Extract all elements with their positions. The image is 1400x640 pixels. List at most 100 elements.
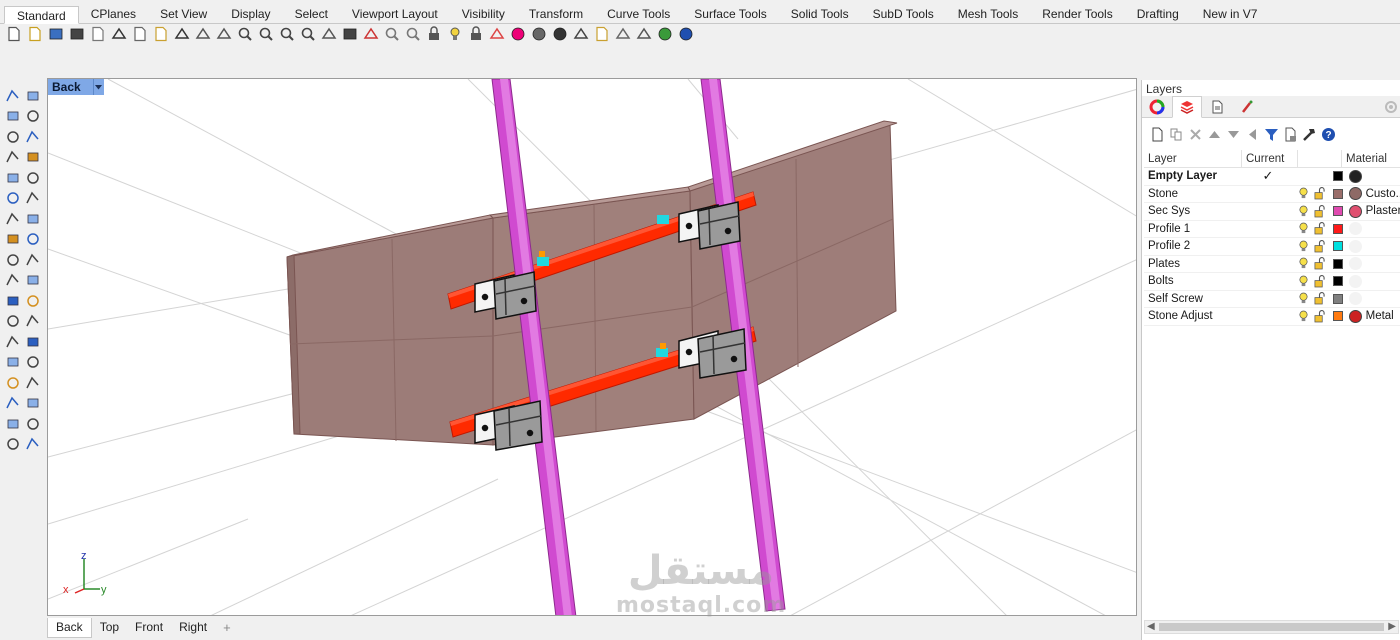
layer-name[interactable]: Stone [1144, 188, 1240, 200]
undo-button[interactable] [172, 25, 192, 43]
viewport-tab-top[interactable]: Top [92, 618, 127, 638]
polyline-tool[interactable] [3, 107, 23, 126]
mesh-tool[interactable] [3, 250, 23, 269]
layer-visibility-toggle[interactable] [1295, 309, 1311, 323]
lock-button[interactable] [424, 25, 444, 43]
paste-button[interactable] [151, 25, 171, 43]
tab-curve-tools[interactable]: Curve Tools [595, 5, 682, 23]
hide-button[interactable] [382, 25, 402, 43]
ellipse-tool[interactable] [23, 127, 43, 146]
tab-standard[interactable]: Standard [4, 6, 79, 24]
layer-visibility-toggle[interactable] [1295, 257, 1311, 271]
scene-3d[interactable]: z y x [48, 79, 1137, 616]
delete-layer-button[interactable] [1186, 125, 1205, 143]
layer-color-swatch[interactable] [1332, 171, 1343, 182]
lattice-tool[interactable] [23, 250, 43, 269]
layer-row[interactable]: Profile 2 [1144, 238, 1400, 256]
revolve-tool[interactable] [3, 312, 23, 331]
curve-from-object-tool[interactable] [23, 168, 43, 187]
layer-name[interactable]: Self Screw [1144, 293, 1240, 305]
layer-states-button[interactable] [1281, 125, 1300, 143]
zoom-selected-button[interactable] [298, 25, 318, 43]
analyze-tool[interactable] [3, 353, 23, 372]
layer-material-swatch[interactable] [1348, 309, 1362, 323]
zoom-window-button[interactable] [256, 25, 276, 43]
polygon-tool[interactable] [3, 148, 23, 167]
cplane-tool[interactable] [3, 435, 23, 454]
pan-button[interactable] [193, 25, 213, 43]
new-sublayer-button[interactable] [1167, 125, 1186, 143]
layer-name[interactable]: Plates [1144, 258, 1240, 270]
layer-lock-toggle[interactable] [1311, 239, 1327, 253]
render-tab[interactable] [1232, 96, 1262, 118]
layer-color-swatch[interactable] [1332, 276, 1343, 287]
layer-material-swatch[interactable] [1348, 187, 1362, 201]
layer-visibility-toggle[interactable] [1295, 222, 1311, 236]
new-file-button[interactable] [4, 25, 24, 43]
layers-horizontal-scrollbar[interactable]: ◀ ▶ [1144, 620, 1399, 634]
move-button[interactable] [634, 25, 654, 43]
layer-material-swatch[interactable] [1348, 292, 1362, 306]
layer-name[interactable]: Profile 2 [1144, 240, 1240, 252]
misc-tool[interactable] [23, 435, 43, 454]
tab-render-tools[interactable]: Render Tools [1030, 5, 1125, 23]
help-button[interactable]: ? [1319, 125, 1338, 143]
point-tool[interactable] [23, 86, 43, 105]
add-viewport-tab-button[interactable]: + [215, 618, 239, 638]
column-header-material[interactable]: Material [1342, 150, 1387, 168]
move-up-button[interactable] [1205, 125, 1224, 143]
tab-surface-tools[interactable]: Surface Tools [682, 5, 779, 23]
rectangle-tool[interactable] [23, 148, 43, 167]
unlock-button[interactable] [466, 25, 486, 43]
shaded-sphere-button[interactable] [529, 25, 549, 43]
viewport-menu-arrow-icon[interactable] [92, 79, 104, 95]
render-tool[interactable] [3, 373, 23, 392]
layer-lock-toggle[interactable] [1311, 222, 1327, 236]
viewport-back[interactable]: Back z y x [47, 78, 1137, 616]
layer-material-swatch[interactable] [1348, 222, 1362, 236]
spline-tool[interactable] [3, 271, 23, 290]
light-button[interactable] [445, 25, 465, 43]
layer-color-swatch[interactable] [1332, 188, 1343, 199]
curve-tool[interactable] [23, 107, 43, 126]
car-button[interactable] [361, 25, 381, 43]
show-button[interactable] [403, 25, 423, 43]
layer-row[interactable]: Plates [1144, 256, 1400, 273]
blend-tool[interactable] [23, 189, 43, 208]
scroll-right-icon[interactable]: ▶ [1388, 621, 1396, 632]
properties-button[interactable] [592, 25, 612, 43]
layer-row[interactable]: Sec Sys Plaster [1144, 203, 1400, 221]
document-tab[interactable] [1202, 96, 1232, 118]
circle-tool[interactable] [3, 127, 23, 146]
render-button[interactable] [571, 25, 591, 43]
scroll-left-icon[interactable]: ◀ [1147, 621, 1155, 632]
zoom-extents-button[interactable] [277, 25, 297, 43]
layer-lock-toggle[interactable] [1311, 274, 1327, 288]
help-button[interactable] [676, 25, 696, 43]
layer-row[interactable]: Profile 1 [1144, 221, 1400, 238]
box-tool[interactable] [3, 189, 23, 208]
transform-tool[interactable] [3, 291, 23, 310]
layer-visibility-toggle[interactable] [1295, 169, 1311, 183]
move-down-button[interactable] [1224, 125, 1243, 143]
viewport-name[interactable]: Back [48, 79, 93, 95]
four-viewports-button[interactable] [340, 25, 360, 43]
viewport-tab-back[interactable]: Back [47, 617, 92, 638]
current-layer-check[interactable]: ✓ [1240, 168, 1295, 184]
layer-visibility-toggle[interactable] [1295, 292, 1311, 306]
layer-name[interactable]: Sec Sys [1144, 205, 1240, 217]
dimension-tool[interactable] [23, 291, 43, 310]
layer-tool[interactable] [3, 394, 23, 413]
layer-lock-toggle[interactable] [1311, 169, 1327, 183]
layer-lock-toggle[interactable] [1311, 204, 1327, 218]
viewport-tab-front[interactable]: Front [127, 618, 171, 638]
tab-visibility[interactable]: Visibility [450, 5, 517, 23]
select-arrow-tool[interactable] [3, 86, 23, 105]
layer-visibility-toggle[interactable] [1295, 239, 1311, 253]
layer-color-swatch[interactable] [1332, 241, 1343, 252]
layer-material-swatch[interactable] [1348, 169, 1362, 183]
extrude-tool[interactable] [3, 209, 23, 228]
group-tool[interactable] [3, 414, 23, 433]
tab-solid-tools[interactable]: Solid Tools [779, 5, 861, 23]
solid-tool[interactable] [3, 230, 23, 249]
